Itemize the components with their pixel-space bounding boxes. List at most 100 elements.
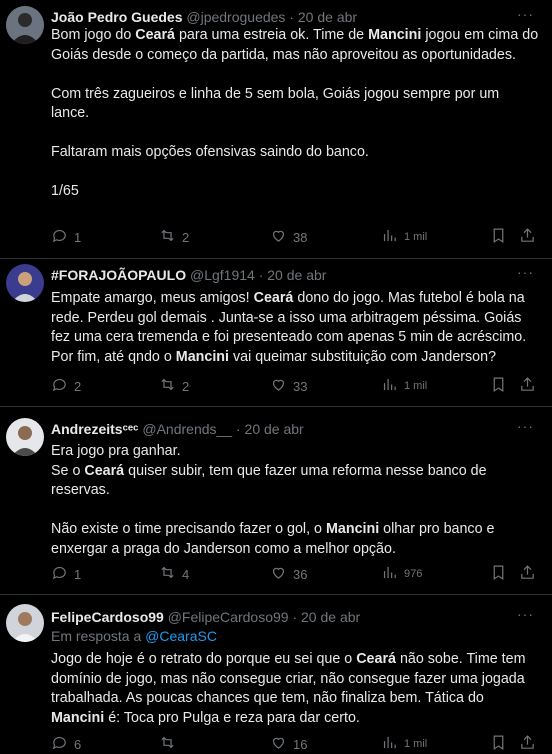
tweet-date[interactable]: 20 de abr (301, 609, 360, 625)
reply-icon (51, 376, 68, 396)
highlighted-term: Mancini (51, 709, 105, 726)
handle[interactable]: @jpedroguedes (186, 9, 285, 25)
more-icon[interactable]: ··· (517, 418, 534, 434)
retweet-count: 2 (182, 378, 190, 394)
tweet-date[interactable]: 20 de abr (267, 267, 326, 283)
like-button[interactable]: 36 (270, 564, 307, 584)
retweet-icon (159, 227, 176, 247)
views-count: 1 mil (404, 738, 428, 750)
share-button[interactable] (519, 376, 536, 396)
separator: · (289, 9, 294, 25)
avatar[interactable] (6, 604, 44, 642)
share-icon (519, 376, 536, 396)
avatar[interactable] (6, 264, 44, 302)
reply-target-link[interactable]: @CearaSC (145, 628, 217, 644)
reply-icon (51, 227, 68, 247)
share-button[interactable] (519, 734, 536, 754)
like-icon (270, 734, 287, 754)
reply-count: 1 (74, 566, 82, 582)
action-bar: 2 2 33 1 mil (51, 376, 541, 396)
reply-button[interactable]: 1 (51, 227, 81, 247)
tweet-date[interactable]: 20 de abr (298, 9, 357, 25)
display-name[interactable]: João Pedro Guedes (51, 9, 182, 25)
retweet-button[interactable]: 2 (159, 227, 189, 247)
bookmark-button[interactable] (490, 227, 507, 247)
highlighted-term: Mancini (325, 521, 380, 537)
tweet[interactable]: Andrezeitsᶜᵉᶜ @Andrends__ · 20 de abr ··… (0, 406, 552, 595)
tweet-header: João Pedro Guedes @jpedroguedes · 20 de … (51, 8, 357, 26)
reply-button[interactable]: 1 (51, 564, 81, 584)
tweet-date[interactable]: 20 de abr (245, 421, 304, 437)
bookmark-button[interactable] (490, 376, 507, 396)
bookmark-icon (490, 564, 507, 584)
more-icon[interactable]: ··· (517, 606, 534, 622)
like-button[interactable]: 33 (270, 376, 307, 396)
tweet-header: FelipeCardoso99 @FelipeCardoso99 · 20 de… (51, 608, 360, 626)
reply-button[interactable]: 2 (51, 376, 81, 396)
separator: · (292, 609, 298, 625)
like-count: 33 (293, 378, 308, 394)
views-button[interactable]: 1 mil (381, 734, 427, 754)
like-count: 38 (293, 229, 308, 245)
share-icon (519, 734, 536, 754)
handle[interactable]: @Lgf1914 (190, 267, 255, 283)
tweet-paragraph: Bom jogo do Ceará para uma estreia ok. T… (51, 27, 539, 63)
reply-count: 6 (74, 736, 82, 752)
share-icon (519, 227, 536, 247)
tweet-header: #FORAJOÃOPAULO @Lgf1914 · 20 de abr (51, 266, 326, 284)
retweet-button[interactable]: 4 (159, 564, 189, 584)
avatar[interactable] (6, 6, 44, 44)
like-count: 16 (293, 736, 308, 752)
share-button[interactable] (519, 564, 536, 584)
tweet[interactable]: #FORAJOÃOPAULO @Lgf1914 · 20 de abr ··· … (0, 258, 552, 407)
tweet-text: Era jogo pra ganhar. Se o Ceará quiser su… (51, 442, 539, 559)
like-icon (270, 227, 287, 247)
views-button[interactable]: 1 mil (381, 376, 427, 396)
more-icon[interactable]: ··· (517, 264, 534, 280)
more-icon[interactable]: ··· (517, 6, 534, 22)
like-button[interactable]: 16 (270, 734, 307, 754)
views-count: 1 mil (404, 380, 428, 392)
reply-count: 1 (74, 229, 82, 245)
avatar[interactable] (6, 418, 44, 456)
like-count: 36 (293, 566, 308, 582)
tweet-paragraph: Faltaram mais opções ofensivas saindo do… (51, 144, 369, 160)
views-button[interactable]: 1 mil (381, 227, 427, 247)
display-name[interactable]: #FORAJOÃOPAULO (51, 267, 186, 283)
tweet-header: Andrezeitsᶜᵉᶜ @Andrends__ · 20 de abr (51, 420, 304, 438)
bookmark-button[interactable] (490, 734, 507, 754)
reply-count: 2 (74, 378, 82, 394)
tweet-paragraph: 1/65 (51, 183, 79, 199)
reply-prefix: Em resposta a (51, 628, 146, 644)
bookmark-icon (490, 376, 507, 396)
tweet[interactable]: João Pedro Guedes @jpedroguedes · 20 de … (0, 0, 552, 259)
tweet-paragraph: Jogo de hoje é o retrato do porque eu se… (51, 651, 526, 726)
views-icon (381, 564, 398, 584)
like-button[interactable]: 38 (270, 227, 307, 247)
display-name[interactable]: Andrezeitsᶜᵉᶜ (51, 421, 138, 437)
separator: · (258, 267, 264, 283)
reply-icon (51, 734, 68, 754)
views-count: 1 mil (404, 231, 428, 243)
handle[interactable]: @FelipeCardoso99 (168, 609, 289, 625)
tweet[interactable]: FelipeCardoso99 @FelipeCardoso99 · 20 de… (0, 594, 552, 752)
retweet-button[interactable]: 2 (159, 376, 189, 396)
retweet-button[interactable] (159, 734, 182, 754)
retweet-icon (159, 376, 176, 396)
reply-icon (51, 564, 68, 584)
share-button[interactable] (519, 227, 536, 247)
like-icon (270, 564, 287, 584)
reply-button[interactable]: 6 (51, 734, 81, 754)
views-icon (381, 734, 398, 754)
action-bar: 1 4 36 976 (51, 564, 541, 584)
tweet-text: Jogo de hoje é o retrato do porque eu se… (51, 650, 539, 728)
display-name[interactable]: FelipeCardoso99 (51, 609, 164, 625)
views-button[interactable]: 976 (381, 564, 422, 584)
highlighted-term: Ceará (253, 290, 294, 306)
handle[interactable]: @Andrends__ (142, 421, 232, 437)
bookmark-button[interactable] (490, 564, 507, 584)
tweet-paragraph: Era jogo pra ganhar. Se o Ceará quiser su… (51, 443, 487, 498)
views-count: 976 (404, 568, 423, 580)
tweet-paragraph: Com três zagueiros e linha de 5 sem bola… (51, 85, 500, 122)
reply-context: Em resposta a @CearaSC (51, 628, 217, 644)
